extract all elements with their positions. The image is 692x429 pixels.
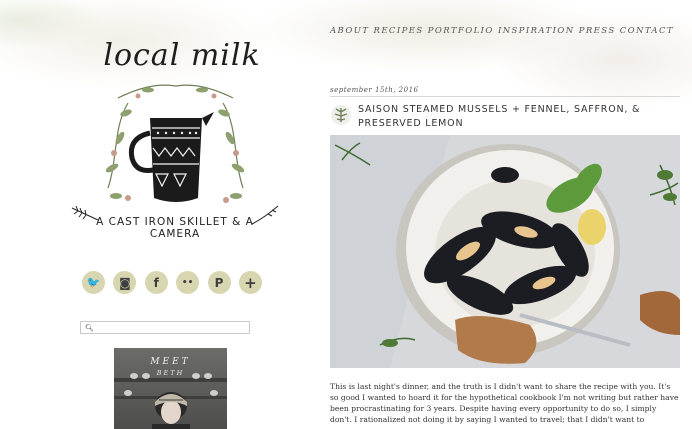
nav-recipes[interactable]: RECIPES — [374, 26, 424, 36]
flickr-icon[interactable]: •• — [176, 271, 200, 294]
logo-tagline: A CAST IRON SKILLET & A CAMERA — [96, 216, 254, 240]
post-body-text: This is last night's dinner, and the tru… — [330, 382, 679, 424]
nav-press[interactable]: PRESS — [579, 26, 616, 36]
meet-beth-widget[interactable]: MEET BETH — [114, 348, 227, 429]
post-date: september 15th, 2016 — [330, 86, 419, 94]
search-icon[interactable]: 🔍︎ — [85, 324, 94, 332]
facebook-icon[interactable]: f — [144, 271, 168, 294]
mussels-photo — [330, 135, 680, 368]
nav-inspiration[interactable]: INSPIRATION — [498, 26, 575, 36]
site-logo[interactable]: local milk A CAST IRON SKILLET & A CAMER… — [70, 38, 280, 240]
search-box: 🔍︎ — [80, 321, 250, 334]
date-divider — [330, 96, 680, 97]
social-links: 🐦 ◙ f •• P + — [82, 271, 262, 295]
nav-contact[interactable]: CONTACT — [620, 26, 674, 36]
post-title[interactable]: SAISON STEAMED MUSSELS + FENNEL, SAFFRON… — [358, 103, 678, 131]
post-category-icon — [331, 105, 351, 125]
pinterest-icon[interactable]: P — [207, 271, 231, 294]
nav-portfolio[interactable]: PORTFOLIO — [428, 26, 494, 36]
plus-icon[interactable]: + — [238, 271, 262, 294]
search-input[interactable] — [96, 322, 247, 333]
author-photo — [114, 373, 227, 429]
logo-title: local milk — [103, 38, 261, 73]
pitcher-illustration — [105, 84, 245, 203]
post-hero-image[interactable] — [330, 135, 680, 368]
instagram-icon[interactable]: ◙ — [113, 271, 137, 294]
twitter-icon[interactable]: 🐦 — [82, 271, 105, 294]
main-nav: ABOUT RECIPES PORTFOLIO INSPIRATION PRES… — [330, 22, 674, 40]
right-sprig-icon — [251, 205, 279, 225]
nav-about[interactable]: ABOUT — [330, 26, 369, 36]
